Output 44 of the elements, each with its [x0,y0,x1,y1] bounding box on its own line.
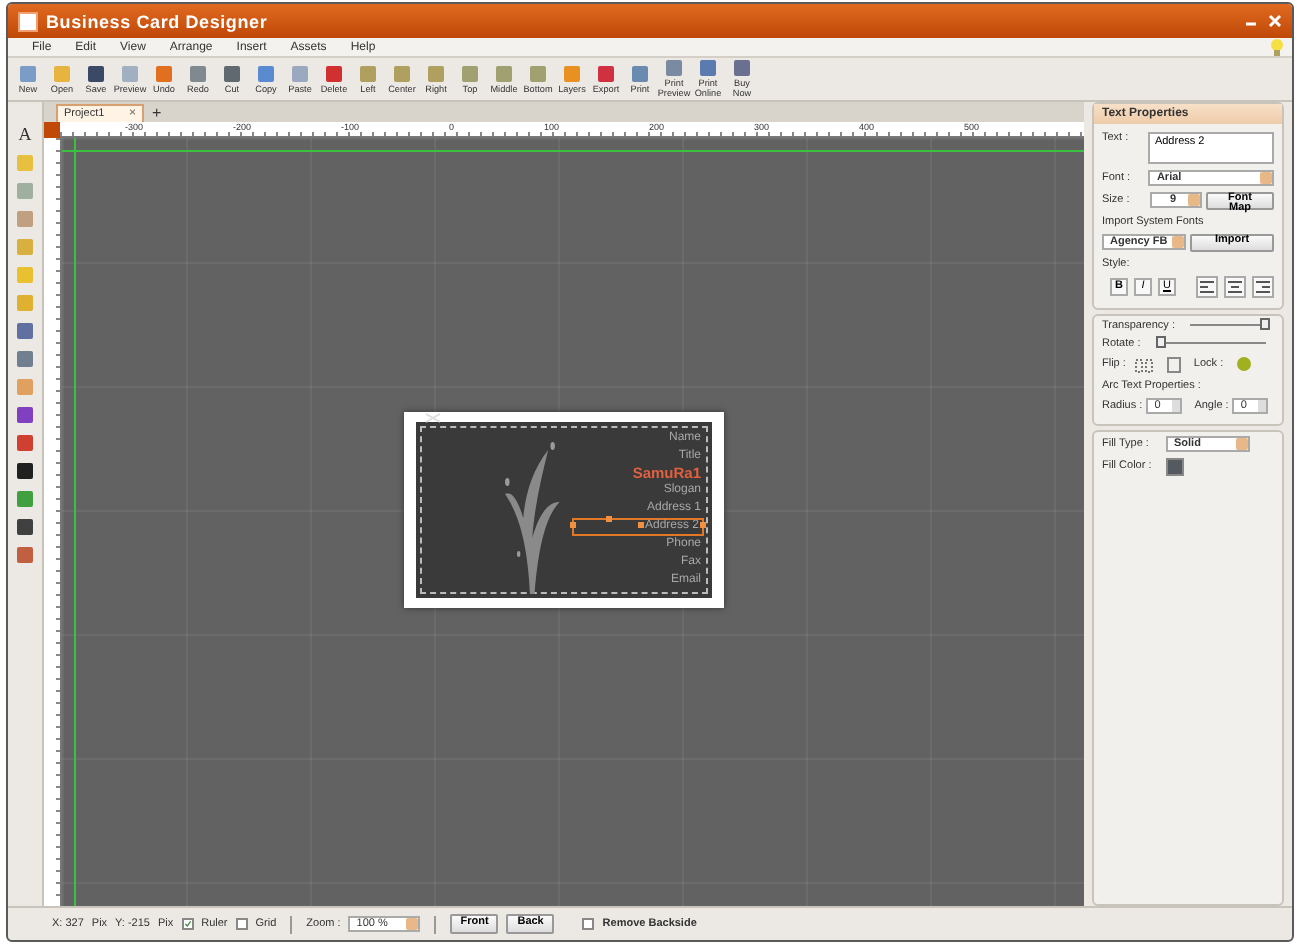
square-icon [596,63,616,84]
square-icon[interactable] [16,518,34,536]
square-icon [154,63,174,84]
square-icon [562,63,582,84]
window-title: Business Card Designer [46,11,270,31]
slider-thumb[interactable] [1156,336,1166,348]
square-icon [222,63,242,84]
color-swatch[interactable] [1166,457,1184,475]
square-icon [52,63,72,84]
text-align-icon[interactable] [1196,275,1218,297]
text-align-icon[interactable] [1224,275,1246,297]
slider-thumb[interactable] [1260,318,1270,330]
square-icon [86,63,106,84]
square-icon [528,63,548,84]
new-tab-button[interactable]: + [148,104,166,122]
square-icon [664,58,684,79]
square-icon [120,63,140,84]
square-icon [392,63,412,84]
lock-icon[interactable] [1235,356,1252,372]
text-align-icon[interactable] [1252,275,1274,297]
remove-backside-checkbox[interactable] [582,918,595,930]
square-icon[interactable] [16,462,34,480]
ruler-checkbox[interactable] [181,918,194,930]
flip-horizontal-icon[interactable] [1133,355,1154,373]
app-logo-icon [18,11,38,31]
square-icon [324,63,344,84]
scissors-icon [423,412,441,424]
square-icon [460,63,480,84]
square-icon [732,58,752,79]
close-button[interactable] [1266,13,1282,29]
lightbulb-icon[interactable] [1270,38,1284,56]
text-tool-button[interactable]: A [18,126,32,144]
square-icon [256,63,276,84]
square-icon [290,63,310,84]
square-icon [188,63,208,84]
flip-vertical-icon[interactable] [1165,355,1182,373]
square-icon [630,63,650,84]
square-icon [698,58,718,79]
square-icon [494,63,514,84]
grid-checkbox[interactable] [235,918,248,930]
ruler-corner [44,122,60,138]
square-icon [426,63,446,84]
square-icon [18,63,38,84]
square-icon [358,63,378,84]
